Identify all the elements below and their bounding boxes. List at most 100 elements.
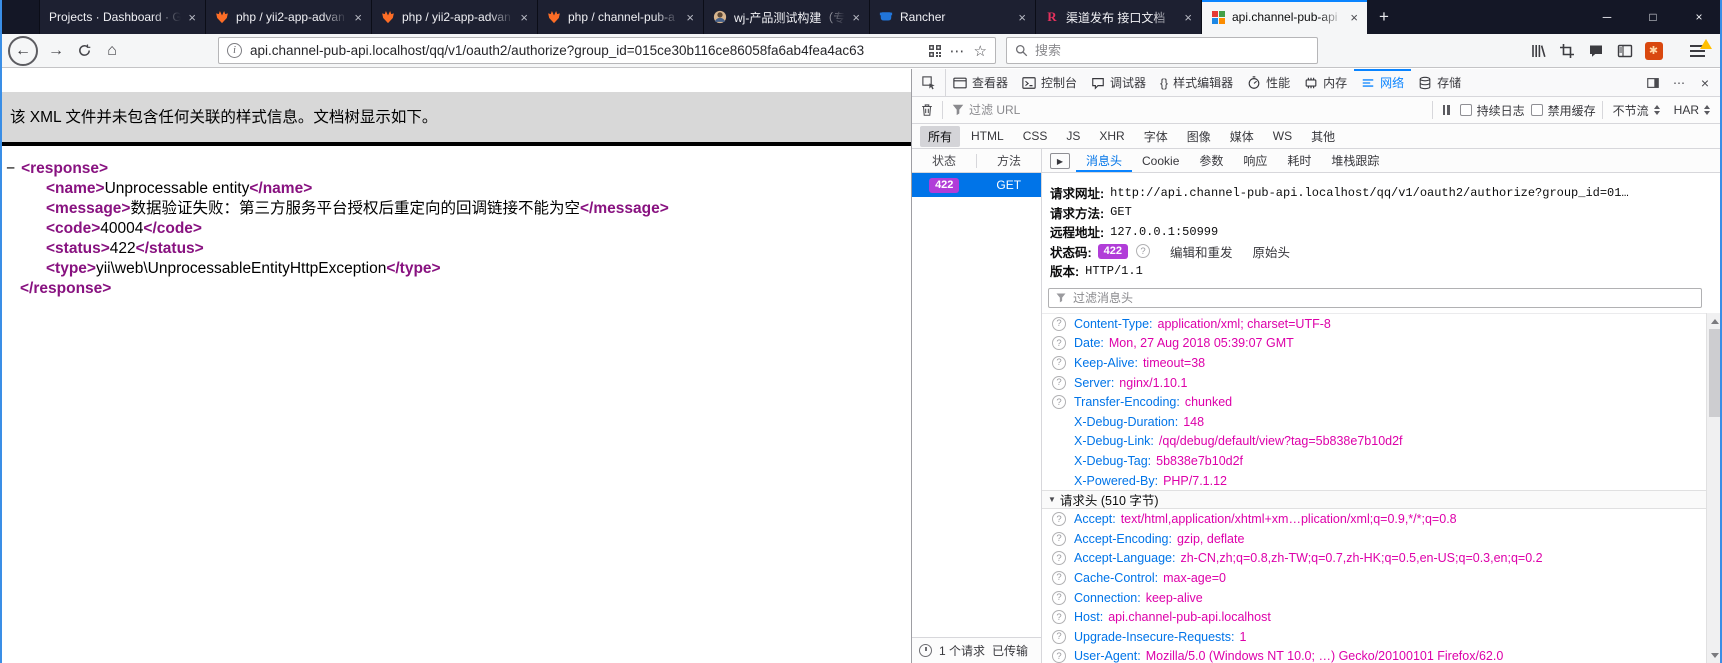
- browser-tab-active-api[interactable]: api.channel-pub-api ×: [1201, 0, 1367, 34]
- browser-tab-rancher[interactable]: Rancher ×: [869, 0, 1035, 34]
- response-header-row[interactable]: X-Debug-Duration: 148: [1042, 412, 1706, 432]
- response-header-row[interactable]: ? Keep-Alive: timeout=38: [1042, 353, 1706, 373]
- filter-other[interactable]: 其他: [1303, 126, 1343, 147]
- forward-button[interactable]: →: [42, 37, 70, 65]
- url-input[interactable]: [250, 43, 920, 58]
- url-filter-input[interactable]: [969, 103, 1432, 117]
- filter-xhr[interactable]: XHR: [1091, 127, 1132, 145]
- back-button[interactable]: ←: [8, 35, 38, 66]
- response-header-row[interactable]: ? Server: nginx/1.10.1: [1042, 373, 1706, 393]
- response-header-row[interactable]: X-Powered-By: PHP/7.1.12: [1042, 471, 1706, 491]
- edit-resend-button[interactable]: 编辑和重发: [1170, 242, 1233, 261]
- search-bar[interactable]: [1006, 37, 1318, 64]
- help-icon[interactable]: ?: [1052, 316, 1066, 331]
- filter-all[interactable]: 所有: [920, 125, 961, 147]
- headers-filter-input[interactable]: [1073, 290, 1695, 305]
- hamburger-menu-icon[interactable]: [1680, 37, 1714, 65]
- har-select[interactable]: HAR: [1670, 103, 1714, 117]
- maximize-button[interactable]: □: [1630, 0, 1676, 34]
- bookmark-star-icon[interactable]: ☆: [974, 42, 987, 60]
- new-tab-button[interactable]: +: [1367, 0, 1401, 34]
- filter-js[interactable]: JS: [1058, 127, 1088, 145]
- throttle-select[interactable]: 不节流: [1609, 102, 1664, 119]
- minimize-button[interactable]: ─: [1584, 0, 1630, 34]
- help-icon[interactable]: ?: [1052, 610, 1066, 625]
- help-icon[interactable]: ?: [1052, 551, 1066, 566]
- tab-memory[interactable]: 内存: [1297, 69, 1354, 96]
- pause-traffic-icon[interactable]: [1442, 105, 1450, 115]
- filter-media[interactable]: 媒体: [1222, 126, 1262, 147]
- chat-bubble-icon[interactable]: [1581, 37, 1610, 65]
- tab-close-icon[interactable]: ×: [686, 10, 694, 25]
- qr-code-icon[interactable]: [928, 44, 942, 58]
- browser-tab-wj-test[interactable]: wj-产品测试构建（专用 ×: [703, 0, 869, 34]
- help-icon[interactable]: ?: [1052, 395, 1066, 410]
- column-status[interactable]: 状态: [912, 152, 976, 169]
- request-header-row[interactable]: ? Connection: keep-alive: [1042, 588, 1706, 608]
- tab-close-icon[interactable]: ×: [1184, 10, 1192, 25]
- tab-close-icon[interactable]: ×: [520, 10, 528, 25]
- addon-gear-icon[interactable]: ✱: [1639, 37, 1668, 65]
- browser-tab-yii2-2[interactable]: php / yii2-app-advan ×: [371, 0, 537, 34]
- filter-fonts[interactable]: 字体: [1136, 126, 1176, 147]
- dock-side-icon[interactable]: [1640, 76, 1666, 90]
- persist-log-checkbox[interactable]: [1459, 104, 1472, 116]
- tab-close-icon[interactable]: ×: [1018, 10, 1026, 25]
- filter-html[interactable]: HTML: [963, 127, 1012, 145]
- request-header-row[interactable]: ? Upgrade-Insecure-Requests: 1: [1042, 627, 1706, 647]
- clear-requests-icon[interactable]: [912, 103, 942, 117]
- window-close-button[interactable]: ×: [1676, 0, 1722, 34]
- filter-css[interactable]: CSS: [1015, 127, 1056, 145]
- response-header-row[interactable]: X-Debug-Tag: 5b838e7b10d2f: [1042, 451, 1706, 471]
- scrollbar-thumb[interactable]: [1708, 329, 1720, 417]
- request-header-row[interactable]: ? User-Agent: Mozilla/5.0 (Windows NT 10…: [1042, 647, 1706, 663]
- request-headers-section-toggle[interactable]: ▼ 请求头 (510 字节): [1042, 490, 1706, 510]
- search-input[interactable]: [1035, 43, 1309, 58]
- raw-headers-button[interactable]: 原始头: [1253, 242, 1291, 261]
- filter-ws[interactable]: WS: [1265, 127, 1300, 145]
- response-header-row[interactable]: ? Transfer-Encoding: chunked: [1042, 392, 1706, 412]
- tab-console[interactable]: 控制台: [1015, 69, 1084, 96]
- request-header-row[interactable]: ? Accept-Language: zh-CN,zh;q=0.8,zh-TW;…: [1042, 549, 1706, 569]
- help-icon[interactable]: ?: [1052, 355, 1066, 370]
- detail-tab-cookies[interactable]: Cookie: [1132, 149, 1189, 172]
- column-method[interactable]: 方法: [977, 152, 1041, 169]
- play-box-icon[interactable]: ▶: [1050, 153, 1070, 169]
- browser-tab-channel-pub[interactable]: php / channel-pub-a ×: [537, 0, 703, 34]
- help-icon[interactable]: ?: [1052, 649, 1066, 663]
- request-header-row[interactable]: ? Cache-Control: max-age=0: [1042, 568, 1706, 588]
- detail-tab-response[interactable]: 响应: [1233, 149, 1277, 172]
- help-icon[interactable]: ?: [1136, 244, 1151, 259]
- help-icon[interactable]: ?: [1052, 570, 1066, 585]
- url-bar[interactable]: i ⋯ ☆: [218, 37, 996, 64]
- request-header-row[interactable]: ? Accept: text/html,application/xhtml+xm…: [1042, 509, 1706, 529]
- request-row-selected[interactable]: 422 GET: [912, 173, 1041, 197]
- filter-images[interactable]: 图像: [1179, 126, 1219, 147]
- help-icon[interactable]: ?: [1052, 512, 1066, 527]
- response-header-row[interactable]: ? Content-Type: application/xml; charset…: [1042, 314, 1706, 334]
- reload-button[interactable]: [70, 37, 98, 65]
- collapse-toggle-icon[interactable]: −: [6, 160, 15, 177]
- help-icon[interactable]: ?: [1052, 336, 1066, 351]
- tab-network[interactable]: 网络: [1354, 69, 1412, 96]
- page-actions-icon[interactable]: ⋯: [950, 42, 966, 60]
- disable-cache-checkbox[interactable]: [1530, 104, 1543, 116]
- tab-performance[interactable]: 性能: [1240, 69, 1297, 96]
- persist-log-option[interactable]: 持续日志: [1459, 102, 1525, 119]
- help-icon[interactable]: ?: [1052, 531, 1066, 546]
- detail-tab-headers[interactable]: 消息头: [1076, 149, 1132, 172]
- tab-style-editor[interactable]: {} 样式编辑器: [1153, 69, 1240, 96]
- detail-tab-params[interactable]: 参数: [1189, 149, 1233, 172]
- library-icon[interactable]: [1523, 37, 1552, 65]
- detail-tab-stack-trace[interactable]: 堆栈跟踪: [1321, 149, 1389, 172]
- response-header-row[interactable]: ? Date: Mon, 27 Aug 2018 05:39:07 GMT: [1042, 334, 1706, 354]
- disable-cache-option[interactable]: 禁用缓存: [1530, 102, 1596, 119]
- headers-filter-box[interactable]: [1048, 287, 1702, 308]
- performance-analysis-icon[interactable]: [919, 644, 932, 657]
- help-icon[interactable]: ?: [1052, 375, 1066, 390]
- browser-tab-projects[interactable]: Projects · Dashboard · Git ×: [39, 0, 205, 34]
- tab-close-icon[interactable]: ×: [1350, 10, 1358, 25]
- tab-close-icon[interactable]: ×: [852, 10, 860, 25]
- devtools-more-icon[interactable]: ⋯: [1666, 76, 1692, 90]
- tab-storage[interactable]: 存储: [1411, 69, 1468, 96]
